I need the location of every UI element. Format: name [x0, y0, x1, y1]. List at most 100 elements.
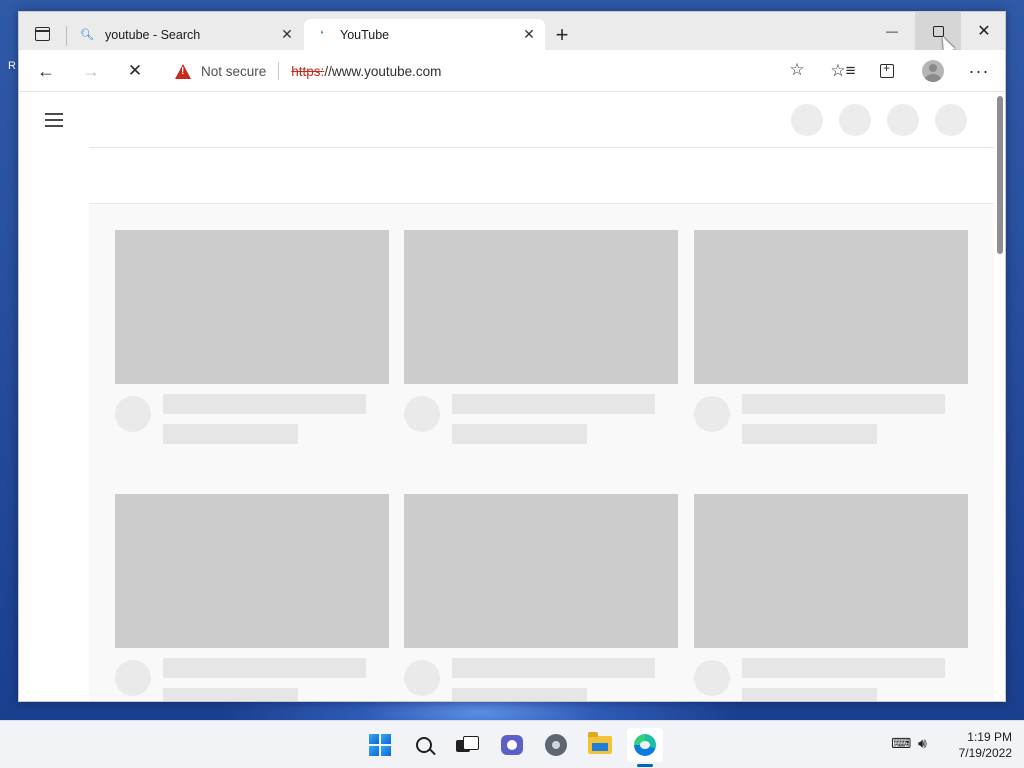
profile-button[interactable]: [917, 56, 949, 86]
thumbnail-placeholder: [115, 494, 389, 648]
edge-taskbar-button[interactable]: [627, 728, 663, 762]
desktop-icon-label: R: [8, 60, 16, 72]
task-view-icon: [456, 736, 479, 754]
profile-icon: [922, 60, 944, 82]
thumbnail-placeholder: [404, 230, 678, 384]
taskbar-search-button[interactable]: [406, 728, 442, 762]
back-icon: ←: [37, 60, 55, 81]
title-placeholder: [452, 394, 655, 414]
search-icon: 🔍︎: [80, 29, 94, 41]
header-placeholder: [791, 104, 823, 136]
more-options-button[interactable]: ···: [963, 56, 995, 86]
settings-icon: [545, 734, 567, 756]
system-clock[interactable]: 1:19 PM 7/19/2022: [936, 729, 1012, 761]
subtitle-placeholder: [163, 424, 298, 444]
subtitle-placeholder: [742, 424, 877, 444]
tab-youtube-search[interactable]: 🔍︎ youtube - Search ✕: [75, 19, 303, 50]
thumbnail-placeholder: [115, 230, 389, 384]
subtitle-placeholder: [163, 688, 298, 701]
security-status[interactable]: Not secure: [201, 64, 266, 79]
tab-close-icon[interactable]: ✕: [521, 26, 537, 43]
video-card-placeholder: [694, 230, 968, 444]
video-card-placeholder: [694, 494, 968, 701]
collections-button[interactable]: [871, 56, 903, 86]
file-explorer-icon: [588, 732, 612, 754]
title-placeholder: [742, 658, 945, 678]
settings-button[interactable]: [538, 728, 574, 762]
edge-icon: [634, 734, 656, 756]
maximize-icon: [932, 25, 944, 37]
tab-title: YouTube: [340, 27, 390, 42]
title-placeholder: [452, 658, 655, 678]
address-separator: [278, 62, 280, 80]
tab-youtube[interactable]: ‘ YouTube ✕: [304, 19, 545, 50]
active-app-indicator: [637, 764, 653, 767]
thumbnail-placeholder: [694, 230, 968, 384]
header-placeholder: [935, 104, 967, 136]
stop-icon: ✕: [127, 61, 143, 80]
file-explorer-button[interactable]: [582, 728, 618, 762]
more-icon: ···: [968, 60, 990, 81]
close-window-button[interactable]: ✕: [961, 12, 1005, 50]
forward-icon: →: [82, 60, 100, 81]
tab-actions-button[interactable]: [29, 21, 55, 47]
channel-avatar-placeholder: [694, 396, 730, 432]
task-view-button[interactable]: [449, 728, 485, 762]
add-favorite-button[interactable]: ☆: [784, 57, 810, 83]
stop-loading-button[interactable]: ✕: [120, 57, 150, 85]
channel-avatar-placeholder: [115, 660, 151, 696]
video-card-placeholder: [404, 230, 678, 444]
header-placeholder: [839, 104, 871, 136]
channel-avatar-placeholder: [694, 660, 730, 696]
title-placeholder: [163, 394, 366, 414]
video-grid: [89, 205, 994, 701]
vertical-scrollbar[interactable]: [994, 92, 1005, 701]
scrollbar-thumb[interactable]: [997, 96, 1003, 254]
video-card-placeholder: [115, 230, 389, 444]
clock-date: 7/19/2022: [958, 746, 1012, 760]
clock-time: 1:19 PM: [967, 730, 1012, 744]
minimize-icon: —: [886, 24, 898, 38]
thumbnail-placeholder: [694, 494, 968, 648]
loading-icon: ‘: [320, 28, 324, 41]
browser-window: 🔍︎ youtube - Search ✕ ‘ YouTube ✕ + — ✕ …: [18, 11, 1006, 702]
new-tab-button[interactable]: +: [549, 22, 575, 48]
chat-icon: [501, 735, 523, 755]
search-icon: [416, 737, 432, 753]
back-button[interactable]: ←: [31, 57, 61, 85]
channel-avatar-placeholder: [115, 396, 151, 432]
tab-close-icon[interactable]: ✕: [279, 26, 295, 43]
keyboard-icon[interactable]: ⌨: [891, 735, 911, 752]
close-icon: ✕: [977, 23, 991, 40]
volume-icon[interactable]: 🔊︎: [918, 735, 927, 752]
navigation-toolbar: ← → ✕ ! Not secure https://www.youtube.c…: [19, 50, 1005, 92]
menu-icon[interactable]: [45, 113, 63, 127]
address-bar[interactable]: ! Not secure https://www.youtube.com: [163, 54, 819, 88]
channel-avatar-placeholder: [404, 660, 440, 696]
maximize-button[interactable]: [915, 12, 961, 50]
tab-separator: [66, 26, 67, 46]
chat-button[interactable]: [494, 728, 530, 762]
thumbnail-placeholder: [404, 494, 678, 648]
subtitle-placeholder: [452, 688, 587, 701]
video-card-placeholder: [115, 494, 389, 701]
subtitle-placeholder: [452, 424, 587, 444]
tab-actions-icon: [34, 27, 50, 41]
taskbar: ⌨ 🔊︎ 1:19 PM 7/19/2022: [0, 720, 1024, 768]
tab-title: youtube - Search: [105, 27, 201, 42]
start-icon: [369, 734, 391, 756]
favorites-icon: ☆≡: [830, 61, 856, 80]
url-text: //www.youtube.com: [324, 63, 442, 79]
chips-bar-placeholder: [89, 148, 994, 204]
title-placeholder: [742, 394, 945, 414]
warning-icon: !: [175, 63, 191, 79]
minimize-button[interactable]: —: [869, 12, 915, 50]
collections-icon: [880, 61, 894, 78]
channel-avatar-placeholder: [404, 396, 440, 432]
tab-strip: 🔍︎ youtube - Search ✕ ‘ YouTube ✕ + — ✕: [19, 12, 1005, 54]
forward-button[interactable]: →: [76, 57, 106, 85]
favorites-button[interactable]: ☆≡: [827, 56, 859, 86]
title-placeholder: [163, 658, 366, 678]
header-placeholder: [887, 104, 919, 136]
start-button[interactable]: [362, 728, 398, 762]
